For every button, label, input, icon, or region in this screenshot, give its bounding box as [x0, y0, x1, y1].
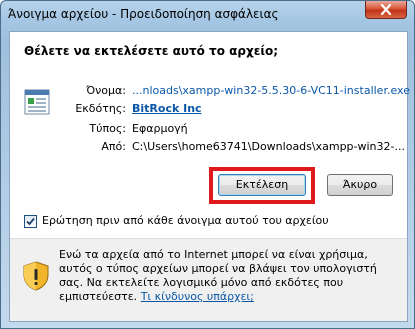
from-label: Από:: [101, 140, 126, 153]
warning-panel: Ενώ τα αρχεία από το Internet μπορεί να …: [10, 239, 407, 321]
cancel-button[interactable]: Άκυρο: [327, 174, 393, 196]
ask-before-open-checkbox[interactable]: [24, 215, 37, 228]
close-button[interactable]: [365, 1, 407, 19]
publisher-label: Εκδότης:: [75, 102, 126, 115]
publisher-link[interactable]: BitRock Inc: [132, 102, 202, 115]
from-value: C:\Users\home63741\Downloads\xampp-win32…: [132, 140, 405, 153]
title-bar[interactable]: Άνοιγμα αρχείου - Προειδοποίηση ασφάλεια…: [1, 1, 414, 27]
application-icon: [24, 89, 50, 115]
file-name-link[interactable]: ...nloads\xampp-win32-5.5.30-6-VC11-inst…: [132, 84, 410, 97]
checkmark-icon: [26, 217, 35, 226]
security-shield-warning-icon: [23, 261, 49, 291]
warning-message: Ενώ τα αρχεία από το Internet μπορεί να …: [59, 248, 397, 304]
ask-before-open-label: Ερώτηση πριν από κάθε άνοιγμα αυτού του …: [42, 214, 329, 227]
dialog-question: Θέλετε να εκτελέσετε αυτό το αρχείο;: [24, 44, 279, 58]
type-label: Τύπος:: [89, 122, 126, 135]
risk-info-link[interactable]: Τι κίνδυνος υπάρχει;: [141, 290, 254, 303]
close-icon: [380, 4, 392, 15]
run-button-highlight: [209, 167, 315, 204]
window-title: Άνοιγμα αρχείου - Προειδοποίηση ασφάλεια…: [8, 7, 279, 21]
security-warning-dialog: Άνοιγμα αρχείου - Προειδοποίηση ασφάλεια…: [0, 0, 415, 329]
name-label: Όνομα:: [86, 84, 126, 97]
type-value: Εφαρμογή: [132, 122, 188, 135]
dialog-content: Θέλετε να εκτελέσετε αυτό το αρχείο; Όνο…: [9, 31, 410, 322]
